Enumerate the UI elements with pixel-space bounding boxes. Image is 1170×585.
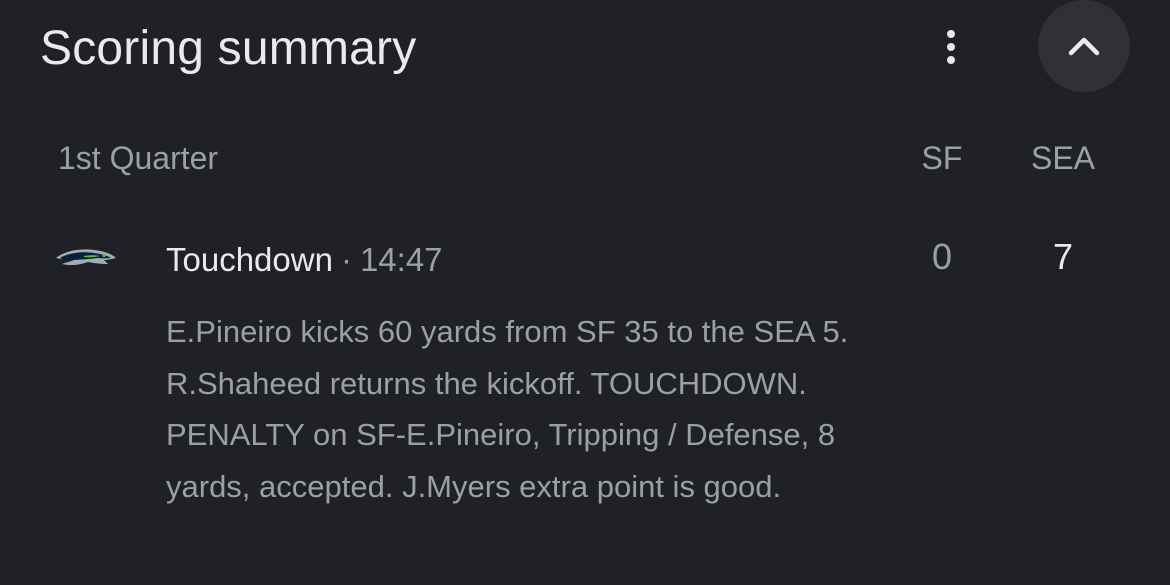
- play-type: Touchdown: [166, 241, 333, 278]
- more-options-button[interactable]: [926, 22, 976, 72]
- score-sea: 7: [1052, 236, 1074, 277]
- quarter-label: 1st Quarter: [58, 140, 219, 176]
- more-vert-icon: [947, 30, 955, 64]
- play-header: Touchdown · 14:47: [166, 238, 443, 282]
- collapse-button[interactable]: [1038, 0, 1130, 92]
- play-time: 14:47: [359, 241, 443, 278]
- play-description: E.Pineiro kicks 60 yards from SF 35 to t…: [166, 314, 849, 504]
- separator-dot: ·: [340, 241, 352, 278]
- score-sf: 0: [931, 236, 953, 277]
- card-title: Scoring summary: [40, 22, 417, 75]
- scoring-summary-card: Scoring summary 1st Quarter SF SEA Touch…: [0, 0, 1170, 585]
- chevron-up-icon: [1068, 37, 1100, 56]
- column-header-sea: SEA: [1030, 140, 1096, 176]
- seahawks-logo: [56, 249, 116, 266]
- column-header-sf: SF: [921, 140, 963, 176]
